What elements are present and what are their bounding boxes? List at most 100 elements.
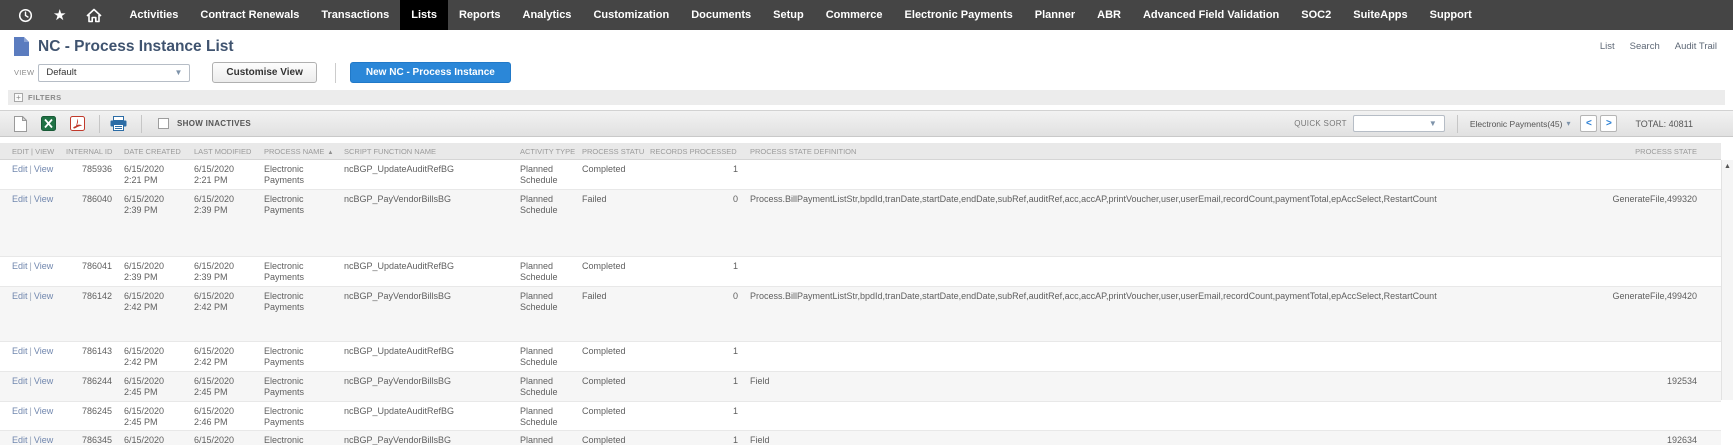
- link-separator: |: [30, 291, 32, 301]
- filters-bar[interactable]: + FILTERS: [8, 90, 1725, 105]
- quick-sort-label: QUICK SORT: [1294, 119, 1347, 128]
- nav-item-planner[interactable]: Planner: [1024, 0, 1086, 30]
- nav-item-reports[interactable]: Reports: [448, 0, 512, 30]
- cell-date-created: 6/15/2020 2:45 PM: [118, 401, 188, 431]
- edit-link[interactable]: Edit: [12, 164, 28, 174]
- cell-last-modified: 6/15/2020 2:42 PM: [188, 286, 258, 341]
- cell-process-state: GenerateFile,499320: [1571, 189, 1721, 256]
- customise-view-button[interactable]: Customise View: [212, 62, 317, 83]
- quick-sort-select[interactable]: ▼: [1353, 115, 1445, 132]
- nav-item-soc2[interactable]: SOC2: [1290, 0, 1342, 30]
- nav-item-commerce[interactable]: Commerce: [815, 0, 894, 30]
- cell-edit-view: Edit|View: [0, 401, 60, 431]
- history-icon[interactable]: [18, 8, 33, 23]
- edit-link[interactable]: Edit: [12, 346, 28, 356]
- cell-process-status: Failed: [576, 286, 644, 341]
- view-link[interactable]: View: [34, 164, 53, 174]
- cell-date-created: 6/15/2020 2:42 PM: [118, 286, 188, 341]
- col-header-edit-view[interactable]: EDIT | VIEW: [0, 143, 60, 160]
- col-header-state-definition[interactable]: PROCESS STATE DEFINITION: [744, 143, 1571, 160]
- view-label: VIEW: [14, 68, 34, 77]
- cell-state-definition: Process.BillPaymentListStr,bpdId,tranDat…: [744, 189, 1571, 256]
- col-header-internal-id[interactable]: INTERNAL ID: [60, 143, 118, 160]
- process-instance-table-wrap: EDIT | VIEW INTERNAL ID DATE CREATED LAS…: [0, 143, 1733, 400]
- cell-records-processed: 1: [644, 160, 744, 190]
- nav-item-contract-renewals[interactable]: Contract Renewals: [189, 0, 310, 30]
- view-link[interactable]: View: [34, 261, 53, 271]
- cell-process-state: [1571, 160, 1721, 190]
- export-excel-icon[interactable]: [41, 116, 56, 131]
- nav-item-customization[interactable]: Customization: [582, 0, 680, 30]
- cell-script-function: ncBGP_PayVendorBillsBG: [338, 431, 514, 445]
- nav-item-abr[interactable]: ABR: [1086, 0, 1132, 30]
- vertical-scrollbar[interactable]: ▲: [1721, 160, 1733, 400]
- process-instance-table: EDIT | VIEW INTERNAL ID DATE CREATED LAS…: [0, 143, 1721, 445]
- col-header-process-status[interactable]: PROCESS STATUS: [576, 143, 644, 160]
- view-link[interactable]: View: [34, 406, 53, 416]
- cell-edit-view: Edit|View: [0, 189, 60, 256]
- nav-item-suiteapps[interactable]: SuiteApps: [1342, 0, 1418, 30]
- view-link[interactable]: View: [34, 291, 53, 301]
- edit-link[interactable]: Edit: [12, 291, 28, 301]
- table-row: Edit|View 786041 6/15/2020 2:39 PM 6/15/…: [0, 256, 1721, 286]
- home-icon[interactable]: [86, 8, 102, 23]
- nav-item-documents[interactable]: Documents: [680, 0, 762, 30]
- col-header-activity-type[interactable]: ACTIVITY TYPE: [514, 143, 576, 160]
- edit-link[interactable]: Edit: [12, 435, 28, 445]
- star-icon[interactable]: ★: [53, 8, 66, 23]
- list-toolbar: SHOW INACTIVES QUICK SORT ▼ Electronic P…: [0, 110, 1733, 137]
- col-header-process-name[interactable]: PROCESS NAME▲: [258, 143, 338, 160]
- nav-item-activities[interactable]: Activities: [118, 0, 189, 30]
- scroll-up-icon[interactable]: ▲: [1722, 160, 1733, 170]
- col-header-records-processed[interactable]: RECORDS PROCESSED: [644, 143, 744, 160]
- cell-process-state: [1571, 401, 1721, 431]
- nav-item-transactions[interactable]: Transactions: [310, 0, 400, 30]
- prev-page-button[interactable]: <: [1580, 115, 1597, 132]
- cell-activity-type: Planned Schedule: [514, 286, 576, 341]
- search-link[interactable]: Search: [1630, 41, 1660, 52]
- segment-select[interactable]: Electronic Payments(45) ▾: [1470, 119, 1571, 129]
- col-header-script-function[interactable]: SCRIPT FUNCTION NAME: [338, 143, 514, 160]
- new-process-instance-button[interactable]: New NC - Process Instance: [350, 62, 511, 83]
- print-icon[interactable]: [110, 116, 127, 131]
- view-link[interactable]: View: [34, 435, 53, 445]
- col-header-date-created[interactable]: DATE CREATED: [118, 143, 188, 160]
- list-link[interactable]: List: [1600, 41, 1615, 52]
- table-header-row: EDIT | VIEW INTERNAL ID DATE CREATED LAS…: [0, 143, 1721, 160]
- nav-item-advanced-field-validation[interactable]: Advanced Field Validation: [1132, 0, 1290, 30]
- nav-item-setup[interactable]: Setup: [762, 0, 815, 30]
- next-page-button[interactable]: >: [1600, 115, 1617, 132]
- view-select[interactable]: Default ▼: [38, 64, 190, 82]
- edit-link[interactable]: Edit: [12, 376, 28, 386]
- edit-link[interactable]: Edit: [12, 261, 28, 271]
- nav-item-support[interactable]: Support: [1419, 0, 1483, 30]
- view-link[interactable]: View: [34, 194, 53, 204]
- cell-records-processed: 1: [644, 431, 744, 445]
- export-pdf-icon[interactable]: [70, 116, 85, 131]
- edit-link[interactable]: Edit: [12, 194, 28, 204]
- col-header-process-state[interactable]: PROCESS STATE: [1571, 143, 1721, 160]
- total-count: TOTAL: 40811: [1635, 119, 1693, 129]
- export-csv-icon[interactable]: [14, 116, 27, 132]
- audit-trail-link[interactable]: Audit Trail: [1675, 41, 1717, 52]
- toolbar-separator: [99, 115, 100, 133]
- cell-process-name: Electronic Payments: [258, 371, 338, 401]
- cell-records-processed: 1: [644, 371, 744, 401]
- toolbar-divider: [1457, 115, 1458, 133]
- top-nav: ★ Activities Contract Renewals Transacti…: [0, 0, 1733, 30]
- col-header-last-modified[interactable]: LAST MODIFIED: [188, 143, 258, 160]
- cell-last-modified: 6/15/2020 2:39 PM: [188, 189, 258, 256]
- link-separator: |: [30, 435, 32, 445]
- edit-link[interactable]: Edit: [12, 406, 28, 416]
- cell-activity-type: Planned Schedule: [514, 189, 576, 256]
- show-inactives-checkbox[interactable]: [158, 118, 169, 129]
- header-links: List Search Audit Trail: [1600, 41, 1717, 52]
- nav-item-lists[interactable]: Lists: [400, 0, 448, 30]
- expand-filters-icon[interactable]: +: [14, 93, 23, 102]
- cell-records-processed: 1: [644, 256, 744, 286]
- nav-item-electronic-payments[interactable]: Electronic Payments: [894, 0, 1024, 30]
- cell-process-name: Electronic Payments: [258, 431, 338, 445]
- view-link[interactable]: View: [34, 376, 53, 386]
- view-link[interactable]: View: [34, 346, 53, 356]
- nav-item-analytics[interactable]: Analytics: [512, 0, 583, 30]
